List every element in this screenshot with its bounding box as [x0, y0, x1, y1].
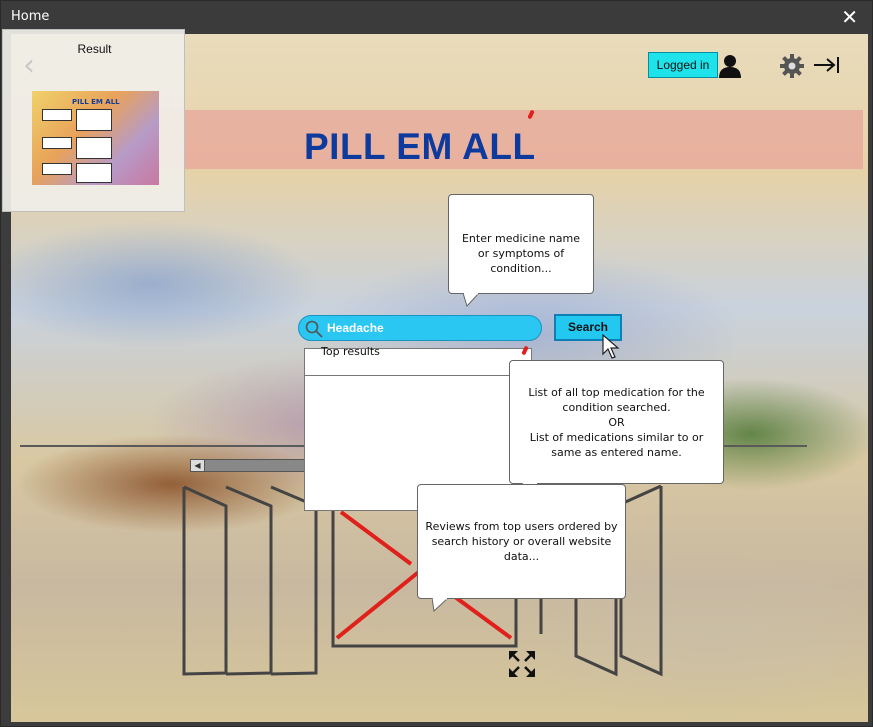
app-window: Home ✕ PILL EM ALL Logged in Enter medic… [0, 0, 873, 727]
preview-box [76, 137, 112, 159]
preview-box [42, 137, 72, 149]
results-header: Top results [321, 345, 380, 358]
preview-title: PILL EM ALL [72, 98, 120, 106]
results-callout-line2: OR [608, 416, 625, 429]
search-icon [305, 320, 323, 338]
results-callout-line3: List of medications similar to or same a… [529, 431, 704, 459]
title-bar: Home ✕ [1, 1, 872, 32]
preview-box [42, 109, 72, 121]
reviews-callout: Reviews from top users ordered by search… [417, 484, 626, 612]
preview-box [76, 163, 112, 183]
search-input[interactable]: Headache [298, 315, 542, 341]
expand-icon[interactable] [509, 651, 535, 677]
reviews-hint-text: Reviews from top users ordered by search… [425, 520, 618, 563]
mouse-cursor-icon [602, 334, 620, 359]
results-callout: List of all top medication for the condi… [509, 360, 724, 497]
preview-box [42, 163, 72, 175]
results-callout-line1: List of all top medication for the condi… [528, 386, 705, 414]
result-thumbnail-panel[interactable]: ‹ Result PILL EM ALL [2, 29, 185, 212]
search-value: Headache [327, 321, 384, 335]
preview-box [76, 109, 112, 131]
horizontal-scrollbar[interactable]: ◀ [190, 459, 310, 472]
thumbnail-label: Result [77, 42, 112, 56]
window-title: Home [11, 9, 50, 24]
result-preview-image[interactable]: PILL EM ALL [32, 91, 159, 185]
close-icon[interactable]: ✕ [841, 5, 858, 29]
results-separator [305, 375, 531, 376]
scroll-left-icon[interactable]: ◀ [191, 460, 205, 471]
